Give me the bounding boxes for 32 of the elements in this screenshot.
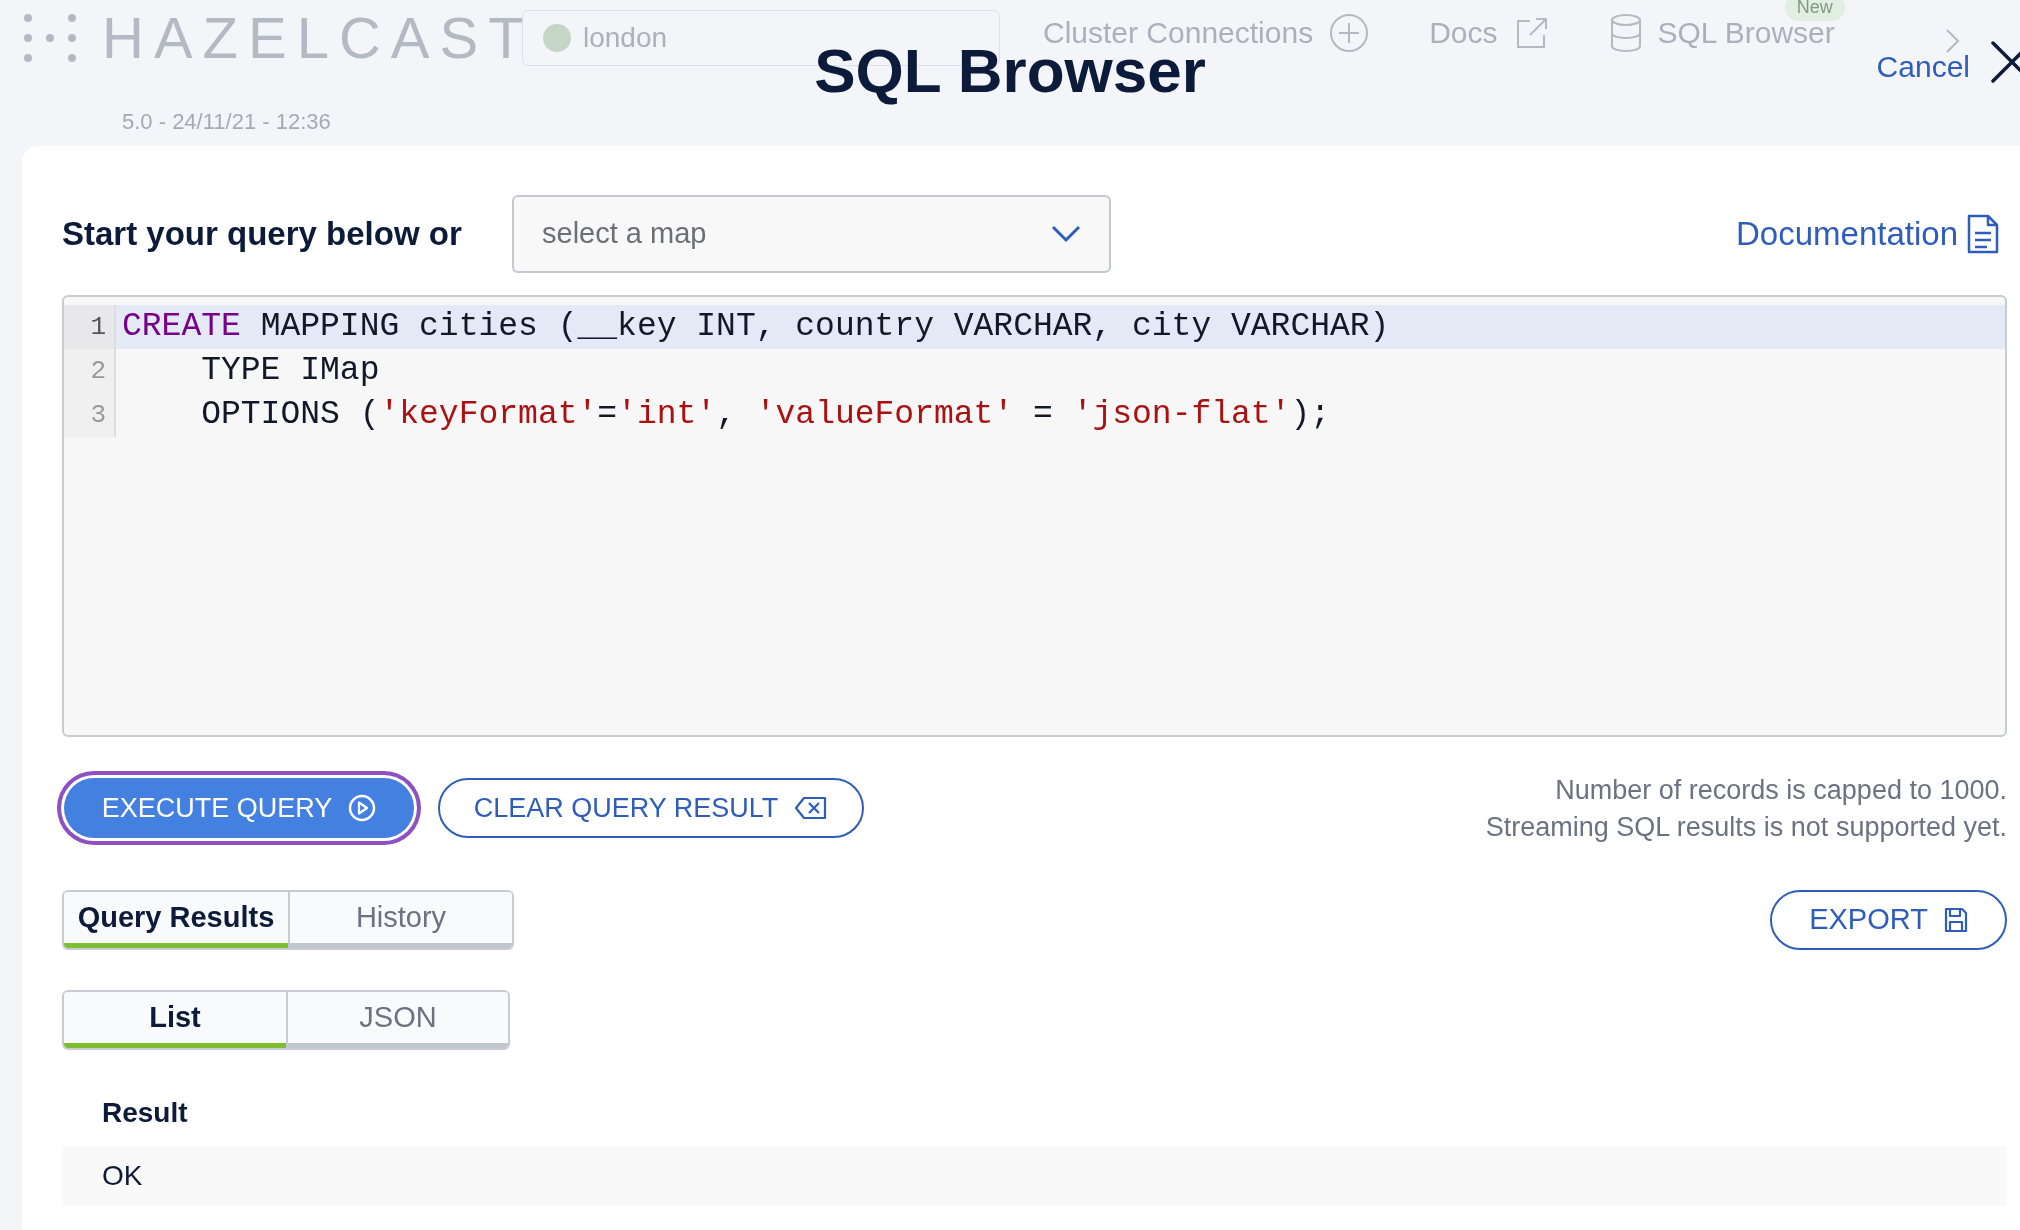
info-text: Streaming SQL results is not supported yet. [1485,811,2007,844]
tab[interactable]: JSON [286,992,508,1048]
query-label: Start your query below or [62,214,463,255]
line-number: 1 [64,305,116,349]
line-number: 3 [64,393,116,437]
column-header: Result [102,1096,188,1130]
document-icon [1966,213,2000,255]
backspace-icon [794,796,829,820]
documentation-link[interactable]: Documentation [1736,209,1958,259]
plus-icon [1329,12,1370,53]
cancel-button[interactable]: Cancel [1876,44,1970,89]
line-number: 2 [64,349,116,393]
tab[interactable]: History [288,892,512,948]
tab[interactable]: List [64,992,286,1048]
export-button[interactable]: EXPORT [1770,890,2007,950]
table-cell-text: OK [102,1159,143,1193]
code-line: TYPE IMap [200,351,380,392]
play-icon [348,794,377,822]
clear-button[interactable]: CLEAR QUERY RESULT [438,778,864,838]
database-icon [1609,12,1642,53]
save-icon [1943,907,1968,933]
map-select[interactable]: select a map [512,195,1111,273]
chevron-right-icon [1945,28,1961,54]
version-text: 5.0 - 24/11/21 - 12:36 [122,108,331,136]
tab[interactable]: Query Results [64,892,288,948]
info-text: Number of records is capped to 1000. [1554,774,2007,807]
code-line: OPTIONS ('keyFormat'='int', 'valueFormat' = 'json-flat'); [200,395,1331,436]
code-editor[interactable]: 1 CREATE MAPPING cities (__key INT, country VARCHAR, city VARCHAR) 2 TYPE IMap 3 OPTIONS ('keyFormat'='int', 'valueFormat' = 'json-flat'); [62,295,2007,737]
close-icon[interactable] [1990,40,2020,84]
chevron-down-icon [1051,225,1081,243]
new-badge: New [1784,0,1845,21]
code-line: CREATE MAPPING cities (__key INT, country VARCHAR, city VARCHAR) [121,307,1390,348]
